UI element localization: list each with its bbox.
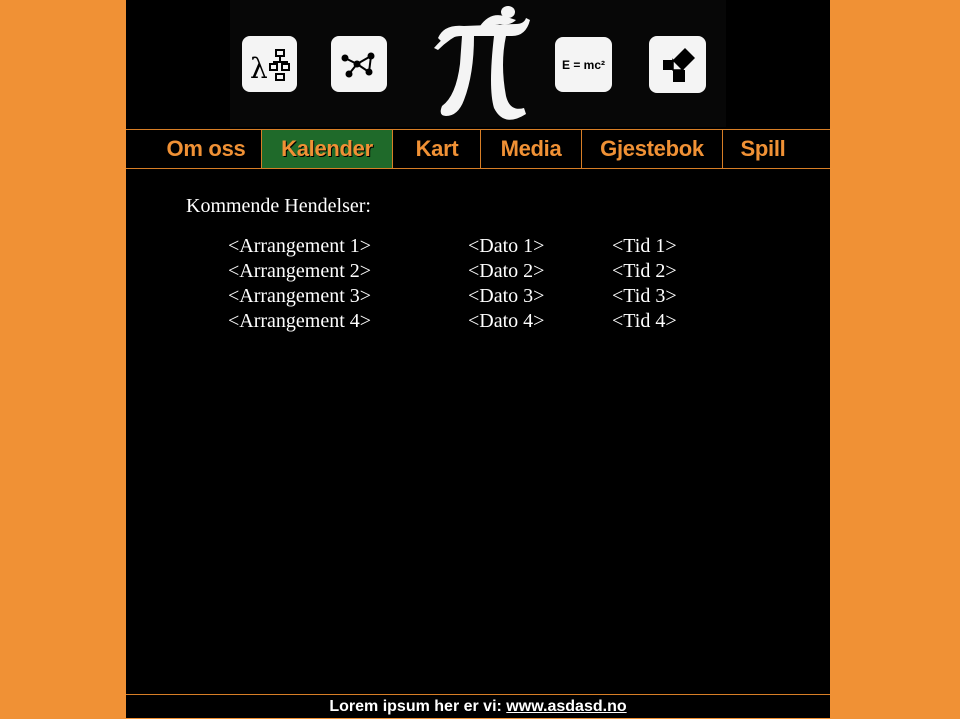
event-time: <Tid 1> xyxy=(612,235,677,257)
nav-item-kart[interactable]: Kart xyxy=(392,130,481,168)
pi-figure-icon xyxy=(434,6,530,120)
nav-item-media[interactable]: Media xyxy=(480,130,581,168)
event-date: <Dato 4> xyxy=(468,310,545,332)
nav-item-spill[interactable]: Spill xyxy=(722,130,803,168)
event-row: <Arrangement 1> <Dato 1> <Tid 1> xyxy=(228,234,708,259)
page-footer: Lorem ipsum her er vi: www.asdasd.no xyxy=(126,694,830,719)
event-date: <Dato 2> xyxy=(468,260,545,282)
nav-item-om-oss[interactable]: Om oss xyxy=(150,130,262,168)
footer-link[interactable]: www.asdasd.no xyxy=(506,698,626,715)
event-name: <Arrangement 3> xyxy=(228,285,372,307)
event-date: <Dato 1> xyxy=(468,235,545,257)
page-heading: Kommende Hendelser: xyxy=(186,195,371,217)
event-list: <Arrangement 1> <Dato 1> <Tid 1> <Arrang… xyxy=(228,234,708,334)
event-time: <Tid 4> xyxy=(612,310,677,332)
event-row: <Arrangement 2> <Dato 2> <Tid 2> xyxy=(228,259,708,284)
event-time: <Tid 3> xyxy=(612,285,677,307)
main-nav: Om oss Kalender Kart Media Gjestebok Spi… xyxy=(126,129,830,169)
event-date: <Dato 3> xyxy=(468,285,545,307)
emc2-text: E = mc² xyxy=(561,57,606,72)
emc2-icon: E = mc² xyxy=(555,37,612,92)
header-banner: λ E = mc² xyxy=(230,0,726,127)
graph-network-icon xyxy=(331,36,387,92)
lambda-glyph: λ xyxy=(250,52,268,85)
page-container: λ E = mc² Om oss Kalender Kart Media Gje… xyxy=(126,0,830,718)
event-row: <Arrangement 3> <Dato 3> <Tid 3> xyxy=(228,284,708,309)
event-row: <Arrangement 4> <Dato 4> <Tid 4> xyxy=(228,309,708,334)
event-time: <Tid 2> xyxy=(612,260,677,282)
event-name: <Arrangement 2> xyxy=(228,260,372,282)
nav-item-kalender[interactable]: Kalender xyxy=(261,130,392,168)
event-name: <Arrangement 4> xyxy=(228,310,372,332)
pythagoras-icon xyxy=(649,36,706,93)
nav-item-gjestebok[interactable]: Gjestebok xyxy=(581,130,722,168)
event-name: <Arrangement 1> xyxy=(228,235,372,257)
footer-text: Lorem ipsum her er vi: xyxy=(329,698,507,715)
lambda-flowchart-icon: λ xyxy=(242,36,297,92)
